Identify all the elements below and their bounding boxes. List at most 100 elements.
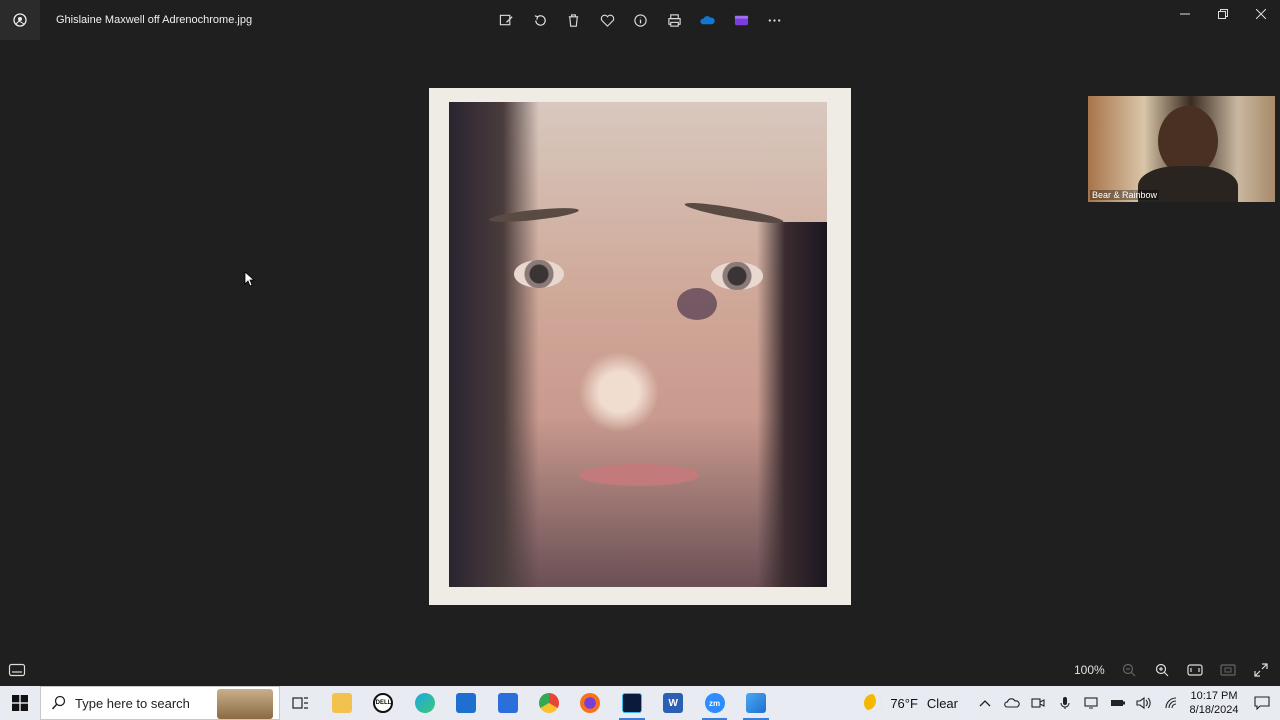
heart-icon bbox=[600, 14, 614, 27]
system-tray: 76°F Clear 10:17 PM 8/18/2024 bbox=[864, 686, 1280, 720]
word-app[interactable]: W bbox=[653, 686, 694, 720]
video-editor-app[interactable] bbox=[611, 686, 652, 720]
zoom-in-icon bbox=[1155, 663, 1168, 677]
notification-icon bbox=[1254, 696, 1270, 710]
search-icon bbox=[51, 695, 66, 710]
onedrive-button[interactable] bbox=[691, 4, 725, 36]
microsoft-store-app[interactable] bbox=[446, 686, 487, 720]
volume-tray-icon[interactable] bbox=[1131, 686, 1158, 720]
minimize-icon bbox=[1180, 13, 1190, 15]
viewer-toolbar bbox=[490, 4, 792, 36]
chrome-app[interactable] bbox=[528, 686, 569, 720]
zoom-app[interactable]: zm bbox=[694, 686, 735, 720]
microphone-tray-icon[interactable] bbox=[1052, 686, 1079, 720]
weather-condition: Clear bbox=[926, 695, 958, 711]
search-highlight-image[interactable] bbox=[217, 689, 273, 719]
edit-image-button[interactable] bbox=[490, 4, 524, 36]
video-call-overlay[interactable]: Bear & Rainbow bbox=[1088, 96, 1275, 202]
chevron-up-icon bbox=[979, 700, 991, 707]
photos-icon bbox=[745, 693, 766, 713]
photos-logo-icon bbox=[13, 13, 27, 27]
expand-icon bbox=[1253, 663, 1268, 677]
windows-logo-icon bbox=[12, 695, 28, 711]
zoom-out-icon bbox=[1122, 663, 1135, 677]
notification-center-button[interactable] bbox=[1244, 686, 1280, 720]
battery-icon bbox=[1110, 700, 1125, 706]
delete-button[interactable] bbox=[557, 4, 591, 36]
edge-icon bbox=[414, 693, 435, 713]
maximize-button[interactable] bbox=[1204, 0, 1242, 28]
moon-icon bbox=[864, 694, 883, 712]
show-hidden-icons-button[interactable] bbox=[972, 686, 999, 720]
zoom-controls bbox=[1112, 658, 1277, 682]
windows-taskbar: Type here to search DELL W zm 76°F Clear… bbox=[0, 686, 1280, 720]
info-icon bbox=[634, 13, 647, 27]
battery-tray-icon[interactable] bbox=[1105, 686, 1132, 720]
trash-icon bbox=[569, 13, 579, 27]
network-tray-icon[interactable] bbox=[1158, 686, 1185, 720]
title-bar: Ghislaine Maxwell off Adrenochrome.jpg bbox=[0, 0, 1280, 40]
search-placeholder: Type here to search bbox=[75, 695, 190, 711]
task-view-button[interactable] bbox=[280, 686, 321, 720]
photo-portrait bbox=[449, 102, 827, 587]
taskbar-search-box[interactable]: Type here to search bbox=[40, 686, 280, 720]
viewer-bottom-bar: 100% bbox=[0, 654, 1280, 686]
printer-icon bbox=[668, 13, 681, 27]
weather-widget[interactable]: 76°F Clear bbox=[864, 694, 958, 712]
zoom-out-button[interactable] bbox=[1112, 658, 1145, 682]
photos-app[interactable] bbox=[735, 686, 776, 720]
full-screen-button[interactable] bbox=[1244, 658, 1277, 682]
actual-size-icon bbox=[1219, 664, 1236, 676]
onedrive-tray-icon[interactable] bbox=[999, 686, 1026, 720]
file-explorer-app[interactable] bbox=[321, 686, 362, 720]
meet-icon bbox=[1031, 698, 1045, 708]
start-button[interactable] bbox=[0, 686, 40, 720]
mail-app[interactable] bbox=[487, 686, 528, 720]
zoom-in-button[interactable] bbox=[1145, 658, 1178, 682]
close-button[interactable] bbox=[1242, 0, 1280, 28]
photos-app-icon[interactable] bbox=[0, 0, 40, 40]
teams-tray-icon[interactable] bbox=[1025, 686, 1052, 720]
speaker-icon bbox=[1136, 696, 1151, 710]
task-view-icon bbox=[292, 697, 308, 709]
filmstrip-icon[interactable] bbox=[8, 662, 26, 678]
firefox-icon bbox=[580, 693, 601, 713]
dell-app[interactable]: DELL bbox=[363, 686, 404, 720]
taskbar-clock[interactable]: 10:17 PM 8/18/2024 bbox=[1184, 689, 1244, 717]
fit-window-icon bbox=[1186, 664, 1203, 676]
minimize-button[interactable] bbox=[1166, 0, 1204, 28]
screen-icon bbox=[1084, 697, 1098, 709]
firefox-app[interactable] bbox=[570, 686, 611, 720]
photos-app-window: Ghislaine Maxwell off Adrenochrome.jpg B… bbox=[0, 0, 1280, 686]
rotate-button[interactable] bbox=[524, 4, 558, 36]
clipchamp-button[interactable] bbox=[725, 4, 759, 36]
restore-icon bbox=[1218, 9, 1228, 19]
participant-name: Bear & Rainbow bbox=[1090, 190, 1160, 200]
cloud-icon bbox=[700, 15, 715, 24]
screen-share-tray-icon[interactable] bbox=[1078, 686, 1105, 720]
microphone-icon bbox=[1060, 697, 1070, 709]
chrome-icon bbox=[539, 693, 560, 713]
favorite-button[interactable] bbox=[591, 4, 625, 36]
displayed-photo[interactable] bbox=[429, 88, 851, 605]
window-controls bbox=[1166, 0, 1280, 28]
print-button[interactable] bbox=[658, 4, 692, 36]
ellipsis-icon bbox=[768, 18, 781, 22]
dell-icon: DELL bbox=[373, 693, 394, 713]
cloud-icon bbox=[1003, 698, 1020, 708]
actual-size-button[interactable] bbox=[1211, 658, 1244, 682]
more-button[interactable] bbox=[758, 4, 792, 36]
clock-date: 8/18/2024 bbox=[1189, 704, 1239, 716]
info-button[interactable] bbox=[624, 4, 658, 36]
mouse-cursor-icon bbox=[244, 271, 256, 287]
window-title: Ghislaine Maxwell off Adrenochrome.jpg bbox=[56, 14, 253, 26]
video-editor-icon bbox=[621, 693, 642, 713]
edit-icon bbox=[500, 14, 513, 25]
fit-to-window-button[interactable] bbox=[1178, 658, 1211, 682]
store-icon bbox=[456, 693, 477, 713]
edge-app[interactable] bbox=[404, 686, 445, 720]
word-icon: W bbox=[663, 693, 684, 713]
mail-icon bbox=[497, 693, 518, 713]
zoom-level[interactable]: 100% bbox=[1074, 663, 1105, 677]
wifi-icon bbox=[1165, 697, 1176, 709]
